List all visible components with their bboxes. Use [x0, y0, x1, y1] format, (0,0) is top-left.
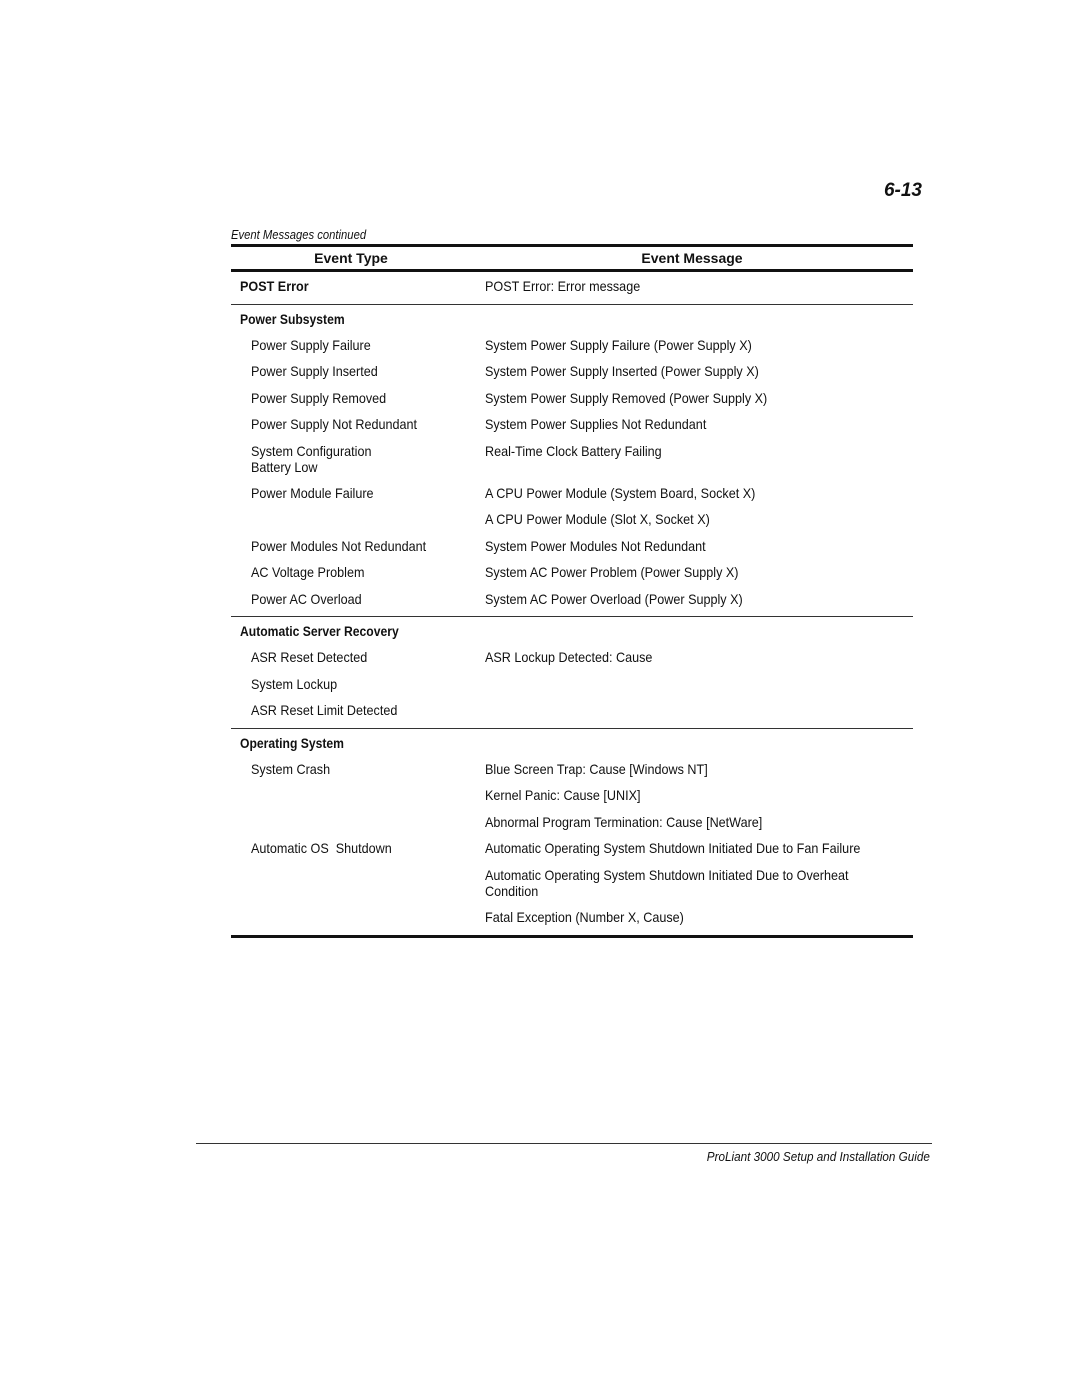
- event-type: System Lockup: [251, 675, 338, 692]
- event-type: Automatic OS Shutdown: [251, 840, 392, 856]
- page-number: 6-13: [883, 180, 922, 201]
- table-bottom-rule: [231, 935, 913, 938]
- event-type: Power Supply Inserted: [251, 363, 378, 379]
- table-row: ASR Reset Limit Detected: [231, 697, 913, 724]
- event-message: POST Error: Error message: [485, 278, 641, 294]
- event-type: Power Module Failure: [251, 484, 374, 501]
- event-message: System Power Supplies Not Redundant: [485, 416, 707, 432]
- event-message: Real-Time Clock Battery Failing: [485, 442, 662, 459]
- event-type: Power Supply Removed: [251, 389, 387, 406]
- event-type: [231, 867, 485, 899]
- table-row: Automatic Operating System Shutdown Init…: [231, 862, 913, 904]
- event-message: Automatic Operating System Shutdown Init…: [485, 866, 849, 899]
- table-row-post-error: POST Error POST Error: Error message: [231, 272, 913, 300]
- event-type: ASR Reset Limit Detected: [251, 702, 398, 718]
- table-row: Fatal Exception (Number X, Cause): [231, 904, 913, 931]
- event-message: Abnormal Program Termination: Cause [Net…: [485, 813, 763, 830]
- event-message: [485, 702, 913, 719]
- event-message: System Power Modules Not Redundant: [485, 537, 706, 554]
- table-row: Power Modules Not Redundant System Power …: [231, 533, 913, 560]
- event-message: Automatic Operating System Shutdown Init…: [485, 840, 861, 856]
- table-row: System Crash Blue Screen Trap: Cause [Win…: [231, 756, 913, 783]
- table-caption: Event Messages continued: [231, 228, 367, 242]
- header-event-message: Event Message: [641, 250, 743, 266]
- header-event-type: Event Type: [314, 250, 388, 266]
- event-type: System Configuration Battery Low: [251, 442, 372, 475]
- footer-title: ProLiant 3000 Setup and Installation Gui…: [706, 1149, 930, 1164]
- table-row: Power Supply Not Redundant System Power S…: [231, 411, 913, 438]
- event-type: Power Supply Not Redundant: [251, 416, 418, 432]
- event-message: A CPU Power Module (Slot X, Socket X): [485, 511, 710, 527]
- event-message: Kernel Panic: Cause [UNIX]: [485, 787, 641, 803]
- table-row: Abnormal Program Termination: Cause [Net…: [231, 809, 913, 836]
- event-type: [231, 787, 485, 804]
- table-row: Kernel Panic: Cause [UNIX]: [231, 782, 913, 809]
- event-message: ASR Lockup Detected: Cause: [485, 649, 653, 665]
- event-message: System Power Supply Removed (Power Suppl…: [485, 389, 768, 406]
- section-title: Operating System: [240, 735, 344, 751]
- table-header: Event Type Event Message: [231, 247, 913, 269]
- table-sections: Power Subsystem Power Supply Failure Syste…: [231, 303, 913, 931]
- event-type: AC Voltage Problem: [251, 564, 365, 580]
- event-type: Power AC Overload: [251, 590, 362, 607]
- event-messages-table: Event Type Event Message POST Error POST…: [231, 244, 913, 938]
- table-row: Power AC Overload System AC Power Overloa…: [231, 586, 913, 613]
- table-row: Power Supply Removed System Power Supply …: [231, 385, 913, 412]
- event-message: System AC Power Overload (Power Supply X…: [485, 590, 743, 607]
- event-message: System Power Supply Inserted (Power Supp…: [485, 363, 759, 379]
- table-row: A CPU Power Module (Slot X, Socket X): [231, 506, 913, 533]
- event-type: [231, 511, 485, 528]
- event-type: Power Modules Not Redundant: [251, 537, 427, 554]
- event-type: Power Supply Failure: [251, 336, 371, 353]
- event-type: System Crash: [251, 760, 331, 777]
- event-type: [231, 909, 485, 926]
- table-row: Power Module Failure A CPU Power Module (…: [231, 480, 913, 507]
- table-row: Power Supply Failure System Power Supply …: [231, 332, 913, 359]
- event-message: System Power Supply Failure (Power Suppl…: [485, 336, 752, 353]
- event-message: Fatal Exception (Number X, Cause): [485, 908, 684, 925]
- table-row: Automatic OS Shutdown Automatic Operating…: [231, 835, 913, 862]
- event-message: [485, 676, 913, 693]
- event-message: System AC Power Problem (Power Supply X): [485, 564, 739, 580]
- table-row: ASR Reset Detected ASR Lockup Detected: C…: [231, 644, 913, 671]
- table-row: AC Voltage Problem System AC Power Proble…: [231, 559, 913, 586]
- section-title: Automatic Server Recovery: [240, 624, 399, 639]
- table-row: System Configuration Battery Low Real-Time…: [231, 438, 913, 480]
- table-row: System Lockup: [231, 671, 913, 698]
- event-message: Blue Screen Trap: Cause [Windows NT]: [485, 760, 708, 777]
- event-message: A CPU Power Module (System Board, Socket…: [485, 484, 756, 501]
- footer-rule: [196, 1143, 932, 1144]
- event-type: POST Error: [240, 278, 309, 294]
- section-title: Power Subsystem: [240, 311, 345, 327]
- table-row: Power Supply Inserted System Power Supply…: [231, 358, 913, 385]
- event-type: ASR Reset Detected: [251, 649, 368, 665]
- event-type: [231, 814, 485, 831]
